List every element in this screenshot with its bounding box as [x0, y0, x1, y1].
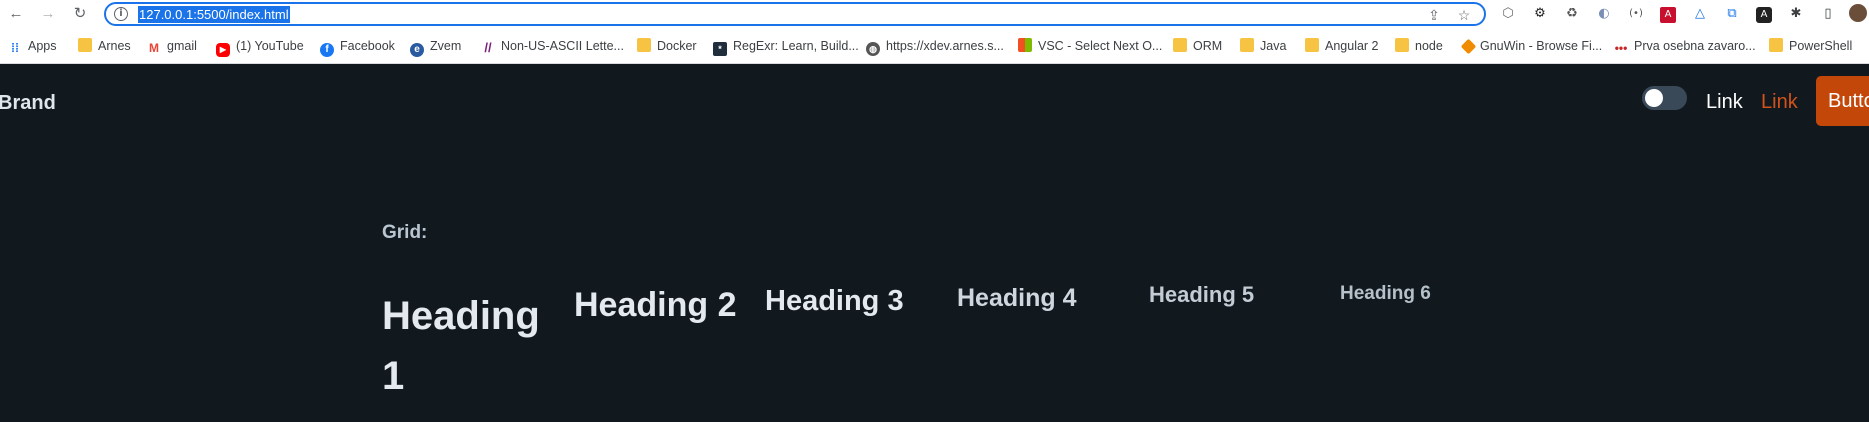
puzzle-icon[interactable]: ✱	[1786, 4, 1806, 24]
gnuwin-icon	[1460, 38, 1477, 55]
heading-2: Heading 2	[574, 286, 737, 324]
regexr-icon: *	[713, 42, 727, 56]
reload-icon[interactable]: ↻	[70, 4, 90, 24]
toggle-knob	[1645, 89, 1663, 107]
bookmarks-bar: ⁞⁞ Apps Arnes Mgmail ▶ (1) YouTube f Facebo…	[0, 28, 1869, 64]
angular-extension-icon[interactable]: A	[1754, 4, 1774, 24]
folder-icon	[1305, 38, 1319, 52]
gmail-icon: M	[149, 41, 159, 55]
bookmark-gmail[interactable]: Mgmail	[147, 36, 197, 56]
bookmark-java[interactable]: Java	[1240, 36, 1286, 56]
heading-3: Heading 3	[765, 285, 904, 317]
youtube-icon: ▶	[216, 43, 230, 57]
bookmark-vsc[interactable]: VSC - Select Next O...	[1018, 36, 1162, 56]
star-icon[interactable]: ☆	[1454, 5, 1474, 25]
cube-extension-icon[interactable]: ⬡	[1498, 4, 1518, 24]
info-icon[interactable]: i	[114, 7, 128, 21]
zvem-icon: e	[410, 43, 424, 57]
folder-icon	[637, 38, 651, 52]
extension-icon[interactable]: ⚙	[1530, 4, 1550, 24]
bookmark-zvem[interactable]: e Zvem	[410, 36, 461, 57]
recycle-extension-icon[interactable]: ♻	[1562, 4, 1582, 24]
bookmark-facebook[interactable]: f Facebook	[320, 36, 395, 57]
dots-icon: •••	[1614, 41, 1628, 55]
browser-toolbar: ← → ↻ i 127.0.0.1:5500/index.html ⇪ ☆ ⬡ …	[0, 0, 1869, 28]
bookmark-apps[interactable]: ⁞⁞ Apps	[8, 36, 57, 56]
bookmark-orm[interactable]: ORM	[1173, 36, 1222, 56]
heading-1: Heading 1	[382, 294, 540, 398]
extension-icon[interactable]: △	[1690, 4, 1710, 24]
share-icon[interactable]: ⇪	[1424, 5, 1444, 25]
heading-4: Heading 4	[957, 284, 1077, 312]
apps-grid-icon: ⁞⁞	[11, 41, 19, 55]
folder-icon	[78, 38, 92, 52]
bookmark-node[interactable]: node	[1395, 36, 1443, 56]
heading-5: Heading 5	[1149, 282, 1255, 307]
extension-icon[interactable]: ⧉	[1722, 4, 1742, 24]
bookmark-gnuwin[interactable]: GnuWin - Browse Fi...	[1460, 36, 1602, 56]
grid-label: Grid:	[382, 222, 428, 243]
back-icon[interactable]: ←	[6, 4, 26, 24]
folder-icon	[1240, 38, 1254, 52]
extension-icon[interactable]: ◐	[1594, 4, 1614, 24]
globe-icon: ◍	[866, 42, 880, 56]
nav-button[interactable]: Button	[1816, 76, 1869, 126]
bookmark-arnes[interactable]: Arnes	[78, 36, 131, 56]
navbar-brand[interactable]: Brand	[0, 92, 56, 115]
heading-6: Heading 6	[1340, 283, 1431, 304]
facebook-icon: f	[320, 43, 334, 57]
extension-icon[interactable]: (•)	[1626, 4, 1646, 24]
folder-icon	[1769, 38, 1783, 52]
bookmark-non-us-ascii[interactable]: //Non-US-ASCII Lette...	[481, 36, 624, 56]
bookmark-youtube[interactable]: ▶ (1) YouTube	[216, 36, 304, 57]
pdf-extension-icon[interactable]: A	[1658, 4, 1678, 24]
nav-link[interactable]: Link	[1706, 91, 1743, 114]
theme-toggle-switch[interactable]	[1642, 86, 1687, 110]
avatar[interactable]	[1848, 4, 1868, 24]
url-text[interactable]: 127.0.0.1:5500/index.html	[138, 6, 290, 23]
bookmark-docker[interactable]: Docker	[637, 36, 697, 56]
bookmark-angular2[interactable]: Angular 2	[1305, 36, 1379, 56]
address-bar[interactable]: i 127.0.0.1:5500/index.html ⇪ ☆	[104, 2, 1486, 26]
folder-icon	[1395, 38, 1409, 52]
folder-icon	[1173, 38, 1187, 52]
bookmark-prva-osebna[interactable]: ••• Prva osebna zavaro...	[1614, 36, 1756, 56]
bookmark-powershell[interactable]: PowerShell	[1769, 36, 1852, 56]
slashes-icon: //	[484, 40, 492, 55]
bookmark-xdev[interactable]: ◍ https://xdev.arnes.s...	[866, 36, 1004, 56]
forward-icon[interactable]: →	[38, 4, 58, 24]
microsoft-icon	[1018, 38, 1032, 52]
bookmark-regexr[interactable]: * RegExr: Learn, Build...	[713, 36, 859, 56]
nav-link-active[interactable]: Link	[1761, 91, 1798, 114]
sidebar-icon[interactable]: ▯	[1818, 4, 1838, 24]
